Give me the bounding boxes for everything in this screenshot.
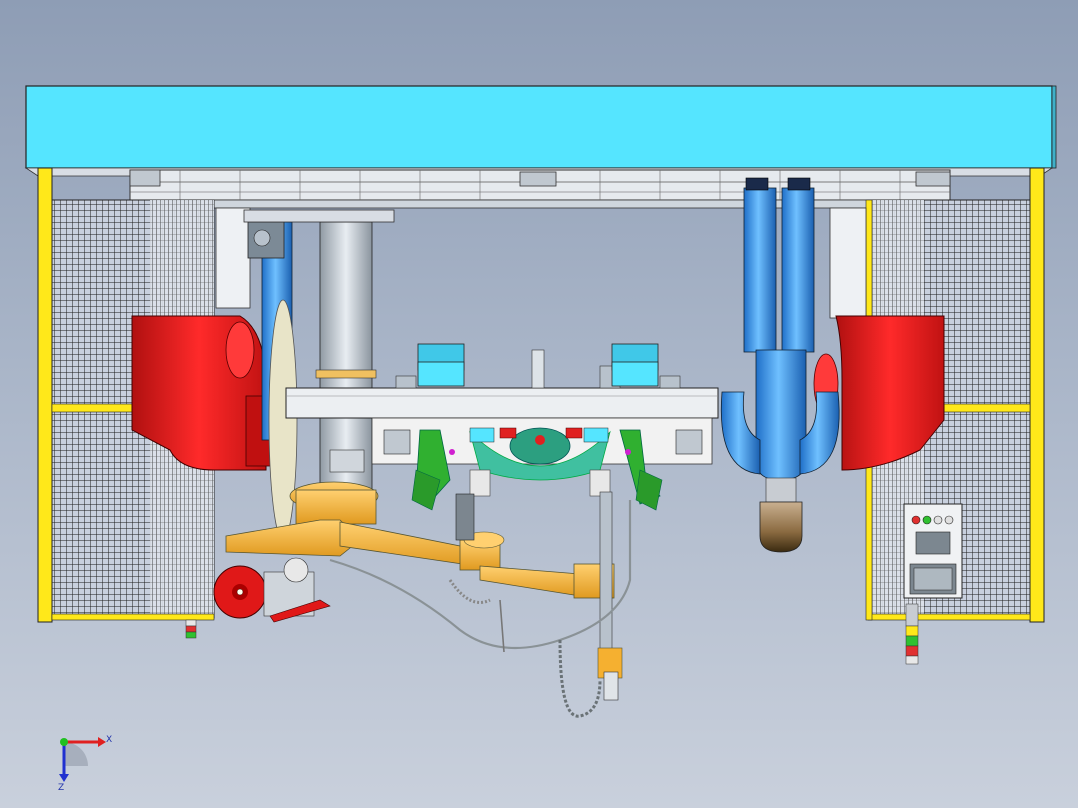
panel-indicator-light — [944, 515, 954, 525]
fixture-cylinders — [417, 343, 659, 389]
x-axis-arrowhead — [98, 737, 106, 747]
panel-indicator-light — [933, 515, 943, 525]
right-stack-light — [905, 603, 919, 665]
panel-indicator-light — [922, 515, 932, 525]
gripper-cluster — [371, 417, 713, 511]
panel-indicator-lights — [911, 515, 954, 525]
axis-triad[interactable]: X Z — [48, 728, 118, 798]
z-axis-label: Z — [58, 783, 64, 793]
overhead-beam — [24, 85, 1057, 177]
panel-indicator-light — [911, 515, 921, 525]
y-axis-point — [60, 738, 68, 746]
rail-frame — [129, 169, 951, 209]
red-wheel-tool — [213, 557, 331, 623]
left-stack-light — [185, 619, 197, 639]
z-axis-arrowhead — [59, 774, 69, 782]
triad-quadrant — [64, 742, 88, 766]
cad-assembly-drawing — [24, 85, 1057, 718]
x-axis-label: X — [106, 735, 112, 745]
